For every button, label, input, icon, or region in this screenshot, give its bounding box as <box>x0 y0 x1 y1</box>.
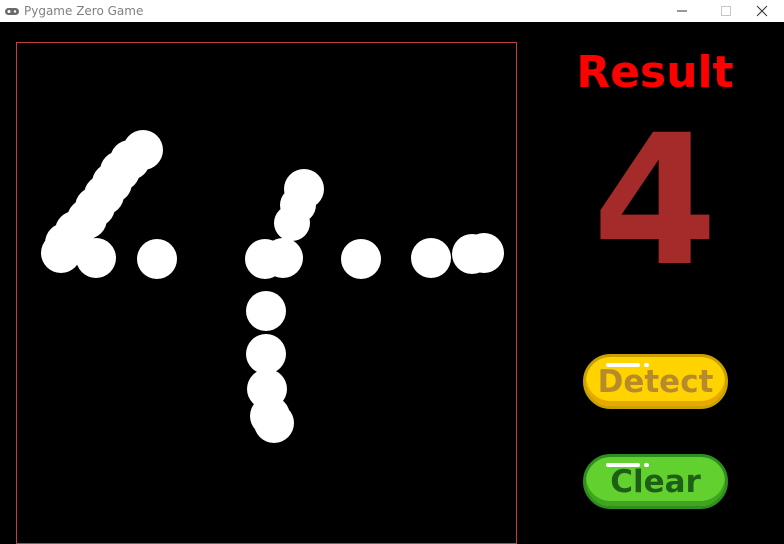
clear-button[interactable]: Clear <box>583 454 728 509</box>
game-area: Result 4 Detect Clear <box>0 22 784 544</box>
button-shine <box>606 463 640 467</box>
detect-button-label: Detect <box>597 364 714 400</box>
result-label: Result <box>576 47 734 98</box>
button-shine-dot <box>644 363 649 367</box>
handwritten-strokes <box>41 130 504 443</box>
gamepad-icon <box>4 3 20 17</box>
title-bar: Pygame Zero Game <box>0 0 784 22</box>
minimize-icon <box>677 10 687 12</box>
window-title: Pygame Zero Game <box>24 4 144 18</box>
close-icon <box>756 5 768 17</box>
button-shine <box>606 363 640 367</box>
clear-button-label: Clear <box>610 464 701 500</box>
button-shine-dot <box>644 463 649 467</box>
maximize-icon <box>721 6 731 16</box>
result-digit: 4 <box>592 97 718 306</box>
detect-button[interactable]: Detect <box>583 354 728 409</box>
minimize-button[interactable] <box>660 0 704 22</box>
drawing-canvas[interactable] <box>16 42 517 544</box>
close-button[interactable] <box>740 0 784 22</box>
